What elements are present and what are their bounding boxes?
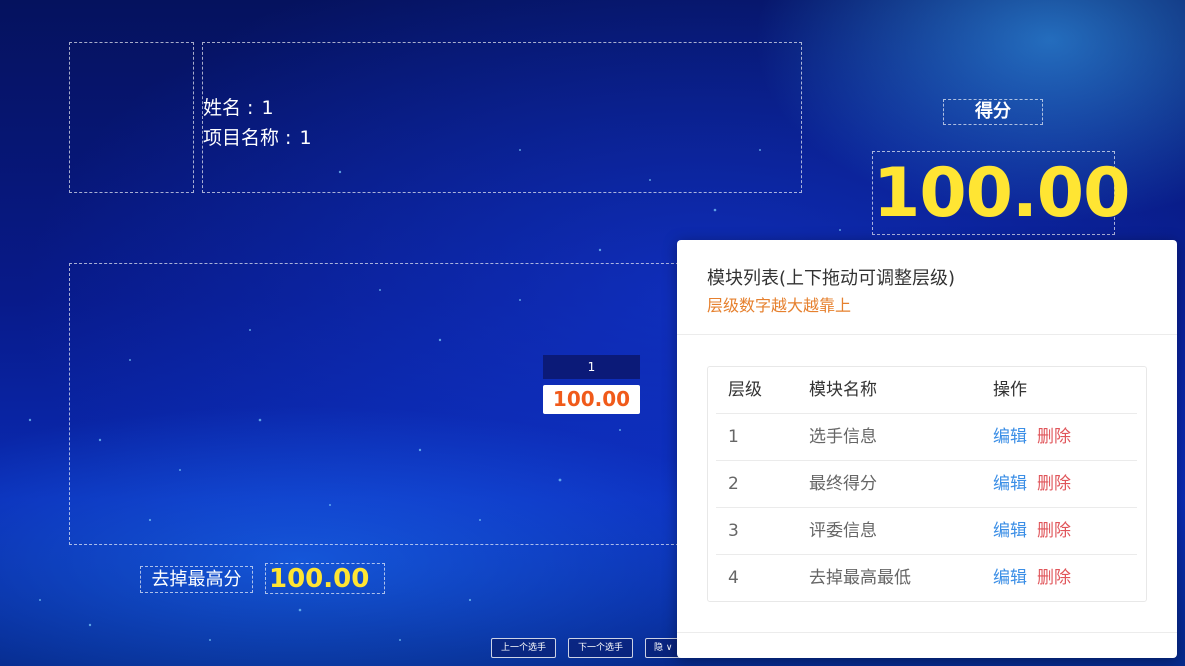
project-name-line: 项目名称 : 1 — [203, 123, 312, 150]
modal-header: 模块列表(上下拖动可调整层级) 层级数字越大越靠上 — [677, 240, 1177, 335]
edit-link[interactable]: 编辑 — [993, 474, 1027, 494]
trimmed-score-value: 100.00 — [269, 564, 370, 594]
row-module-name: 去掉最高最低 — [809, 568, 911, 588]
final-score-value: 100.00 — [873, 154, 1130, 233]
table-row[interactable]: 4 去掉最高最低 编辑 删除 — [716, 555, 1137, 602]
delete-link[interactable]: 删除 — [1037, 474, 1071, 494]
player-name-line: 姓名 : 1 — [203, 93, 274, 120]
judge-name: 1 — [543, 355, 640, 379]
delete-link[interactable]: 删除 — [1037, 568, 1071, 588]
score-title: 得分 — [943, 99, 1043, 125]
modal-footer-divider — [677, 632, 1177, 633]
player-avatar-box — [69, 42, 194, 193]
delete-link[interactable]: 删除 — [1037, 521, 1071, 541]
table-header-row: 层级 模块名称 操作 — [716, 367, 1137, 414]
row-level: 4 — [728, 568, 739, 588]
project-name-label: 项目名称 : — [203, 127, 298, 149]
player-name-label: 姓名 : — [203, 97, 260, 119]
modal-title: 模块列表(上下拖动可调整层级) — [707, 268, 956, 289]
trimmed-score-label: 去掉最高分 — [140, 566, 253, 593]
row-ops: 编辑 删除 — [993, 461, 1071, 508]
row-ops: 编辑 删除 — [993, 555, 1071, 602]
final-score-box: 100.00 — [872, 151, 1130, 235]
player-name-value: 1 — [261, 97, 274, 119]
edit-link[interactable]: 编辑 — [993, 521, 1027, 541]
previous-player-button[interactable]: 上一个选手 — [491, 638, 556, 658]
row-ops: 编辑 删除 — [993, 508, 1071, 555]
row-module-name: 最终得分 — [809, 474, 877, 494]
table-row[interactable]: 2 最终得分 编辑 删除 — [716, 461, 1137, 508]
row-level: 2 — [728, 474, 739, 494]
row-level: 3 — [728, 521, 739, 541]
column-header-name: 模块名称 — [809, 380, 877, 400]
row-module-name: 评委信息 — [809, 521, 877, 541]
next-player-button[interactable]: 下一个选手 — [568, 638, 633, 658]
edit-link[interactable]: 编辑 — [993, 427, 1027, 447]
edit-link[interactable]: 编辑 — [993, 568, 1027, 588]
column-header-level: 层级 — [728, 380, 762, 400]
judge-score: 100.00 — [543, 385, 640, 414]
project-name-value: 1 — [299, 127, 312, 149]
row-ops: 编辑 删除 — [993, 414, 1071, 461]
modal-subtitle: 层级数字越大越靠上 — [707, 296, 852, 315]
module-table: 层级 模块名称 操作 1 选手信息 编辑 删除 2 最终得分 编辑 删除 3 评委信… — [707, 366, 1147, 602]
module-list-modal: 模块列表(上下拖动可调整层级) 层级数字越大越靠上 层级 模块名称 操作 1 选… — [677, 240, 1177, 658]
row-level: 1 — [728, 427, 739, 447]
delete-link[interactable]: 删除 — [1037, 427, 1071, 447]
row-module-name: 选手信息 — [809, 427, 877, 447]
player-info-box: 姓名 : 1 项目名称 : 1 — [202, 42, 802, 193]
trimmed-score-box: 100.00 — [265, 563, 385, 594]
column-header-ops: 操作 — [993, 380, 1027, 400]
table-row[interactable]: 3 评委信息 编辑 删除 — [716, 508, 1137, 555]
table-row[interactable]: 1 选手信息 编辑 删除 — [716, 414, 1137, 461]
